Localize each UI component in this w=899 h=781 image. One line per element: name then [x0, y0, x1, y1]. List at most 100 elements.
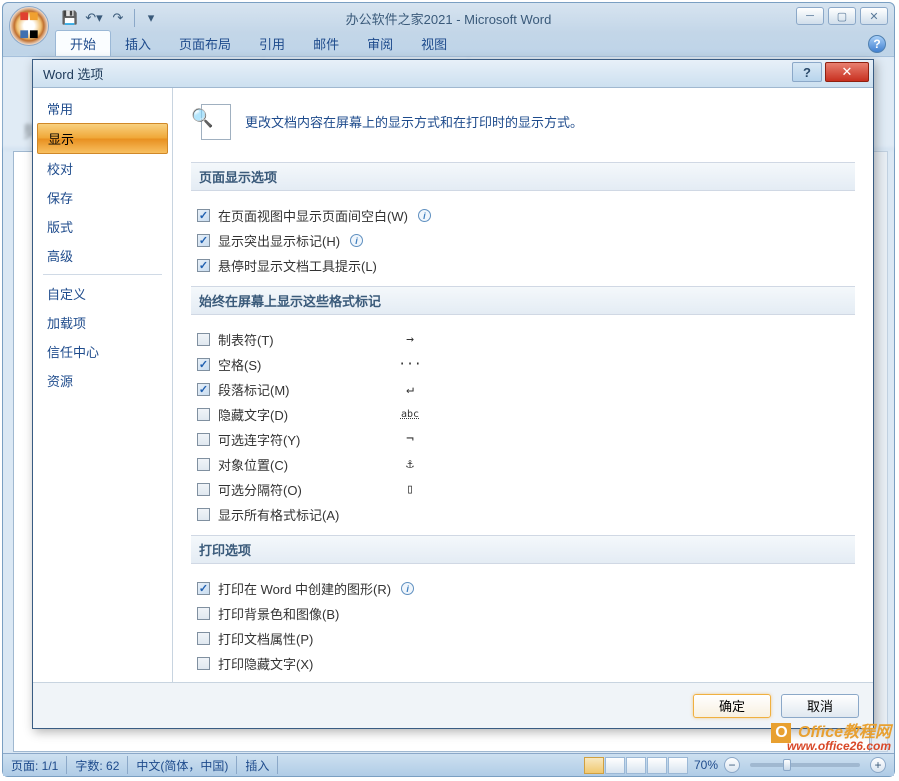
section-print: 打印选项 [191, 535, 855, 564]
label-paragraph: 段落标记(M) [218, 380, 290, 399]
info-icon[interactable]: i [350, 234, 363, 247]
nav-save[interactable]: 保存 [37, 183, 168, 212]
zoom-in-icon[interactable]: + [870, 757, 886, 773]
view-web[interactable] [626, 757, 646, 774]
checkbox-show-tooltips[interactable] [197, 259, 210, 272]
nav-proofing[interactable]: 校对 [37, 154, 168, 183]
checkbox-tabs[interactable] [197, 333, 210, 346]
label-optional-break: 可选分隔符(O) [218, 480, 302, 499]
tab-page-layout[interactable]: 页面布局 [165, 31, 245, 56]
view-print-layout[interactable] [584, 757, 604, 774]
label-print-background: 打印背景色和图像(B) [218, 604, 339, 623]
checkbox-hidden-text[interactable] [197, 408, 210, 421]
tab-references[interactable]: 引用 [245, 31, 299, 56]
status-mode[interactable]: 插入 [245, 757, 269, 774]
checkbox-show-highlight[interactable] [197, 234, 210, 247]
view-full-screen[interactable] [605, 757, 625, 774]
tab-view[interactable]: 视图 [407, 31, 461, 56]
zoom-out-icon[interactable]: − [724, 757, 740, 773]
qat-separator [134, 9, 135, 27]
undo-icon[interactable]: ↶▾ [83, 7, 105, 29]
symbol-break: ▯ [395, 482, 425, 497]
zoom-percent[interactable]: 70% [694, 758, 718, 772]
checkbox-optional-break[interactable] [197, 483, 210, 496]
info-icon[interactable]: i [418, 209, 431, 222]
nav-separator [43, 274, 162, 275]
checkbox-show-all[interactable] [197, 508, 210, 521]
label-print-drawings: 打印在 Word 中创建的图形(R) [218, 579, 391, 598]
checkbox-print-background[interactable] [197, 607, 210, 620]
symbol-anchor: ⚓ [395, 457, 425, 472]
nav-advanced[interactable]: 高级 [37, 241, 168, 270]
checkbox-print-hidden[interactable] [197, 657, 210, 670]
dialog-close-icon[interactable]: ✕ [825, 62, 869, 82]
label-show-all: 显示所有格式标记(A) [218, 505, 339, 524]
view-draft[interactable] [668, 757, 688, 774]
dialog-help-icon[interactable]: ? [792, 62, 822, 82]
cancel-button[interactable]: 取消 [781, 694, 859, 718]
quick-access-toolbar: 💾 ↶▾ ↷ ▾ [59, 7, 162, 29]
label-tabs: 制表符(T) [218, 330, 274, 349]
maximize-button[interactable]: ▢ [828, 7, 856, 25]
nav-trust-center[interactable]: 信任中心 [37, 337, 168, 366]
help-icon[interactable]: ? [868, 35, 886, 53]
nav-general[interactable]: 常用 [37, 94, 168, 123]
ribbon-tabs: 开始 插入 页面布局 引用 邮件 审阅 视图 ? [3, 33, 894, 57]
word-options-dialog: Word 选项 ? ✕ 常用 显示 校对 保存 版式 高级 自定义 加载项 信任… [32, 59, 874, 729]
section-page-display: 页面显示选项 [191, 162, 855, 191]
symbol-space: ··· [395, 357, 425, 372]
view-outline[interactable] [647, 757, 667, 774]
status-language[interactable]: 中文(简体，中国) [136, 757, 228, 774]
dialog-content: 更改文档内容在屏幕上的显示方式和在打印时的显示方式。 页面显示选项 在页面视图中… [173, 88, 873, 682]
display-options-icon [191, 100, 231, 142]
checkbox-object-anchor[interactable] [197, 458, 210, 471]
office-button[interactable]: ■■■■ [9, 6, 49, 46]
watermark-url: www.office26.com [771, 739, 891, 753]
statusbar: 页面: 1/1 字数: 62 中文(简体，中国) 插入 70% − + [3, 753, 894, 776]
tab-insert[interactable]: 插入 [111, 31, 165, 56]
dialog-footer: 确定 取消 [33, 682, 873, 728]
zoom-thumb[interactable] [783, 759, 791, 771]
status-word-count[interactable]: 字数: 62 [75, 757, 119, 774]
redo-icon[interactable]: ↷ [107, 7, 129, 29]
symbol-hyphen: ¬ [395, 432, 425, 447]
dialog-titlebar[interactable]: Word 选项 ? ✕ [33, 60, 873, 88]
checkbox-spaces[interactable] [197, 358, 210, 371]
label-print-hidden: 打印隐藏文字(X) [218, 654, 313, 673]
symbol-paragraph: ↵ [395, 382, 425, 397]
close-button[interactable]: ✕ [860, 7, 888, 25]
zoom-slider[interactable] [750, 763, 860, 767]
minimize-button[interactable]: ─ [796, 7, 824, 25]
checkbox-print-properties[interactable] [197, 632, 210, 645]
tab-mailings[interactable]: 邮件 [299, 31, 353, 56]
checkbox-show-whitespace[interactable] [197, 209, 210, 222]
nav-resources[interactable]: 资源 [37, 366, 168, 395]
nav-customize[interactable]: 自定义 [37, 279, 168, 308]
label-spaces: 空格(S) [218, 355, 261, 374]
view-buttons [584, 757, 688, 774]
nav-layout[interactable]: 版式 [37, 212, 168, 241]
label-show-highlight: 显示突出显示标记(H) [218, 231, 340, 250]
label-optional-hyphen: 可选连字符(Y) [218, 430, 300, 449]
symbol-tab: → [395, 332, 425, 347]
section-format-marks: 始终在屏幕上显示这些格式标记 [191, 286, 855, 315]
label-show-tooltips: 悬停时显示文档工具提示(L) [218, 256, 377, 275]
checkbox-print-drawings[interactable] [197, 582, 210, 595]
content-header-text: 更改文档内容在屏幕上的显示方式和在打印时的显示方式。 [245, 112, 583, 131]
watermark: O Office教程网 www.office26.com [771, 718, 891, 753]
save-icon[interactable]: 💾 [59, 7, 81, 29]
ok-button[interactable]: 确定 [693, 694, 771, 718]
titlebar: ■■■■ 💾 ↶▾ ↷ ▾ 办公软件之家2021 - Microsoft Wor… [3, 3, 894, 33]
status-page[interactable]: 页面: 1/1 [11, 757, 58, 774]
window-controls: ─ ▢ ✕ [796, 7, 888, 25]
nav-addins[interactable]: 加载项 [37, 308, 168, 337]
label-show-whitespace: 在页面视图中显示页面间空白(W) [218, 206, 408, 225]
checkbox-optional-hyphen[interactable] [197, 433, 210, 446]
tab-home[interactable]: 开始 [55, 30, 111, 56]
nav-display[interactable]: 显示 [37, 123, 168, 154]
info-icon[interactable]: i [401, 582, 414, 595]
tab-review[interactable]: 审阅 [353, 31, 407, 56]
checkbox-paragraph[interactable] [197, 383, 210, 396]
window-title: 办公软件之家2021 - Microsoft Word [346, 9, 552, 28]
qat-customize-icon[interactable]: ▾ [140, 7, 162, 29]
